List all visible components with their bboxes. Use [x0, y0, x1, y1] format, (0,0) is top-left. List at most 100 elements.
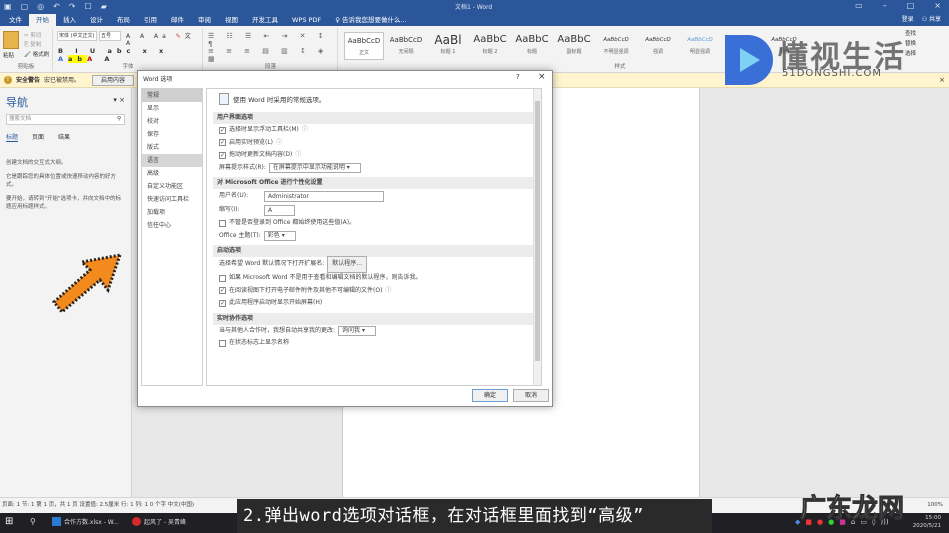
tab-developer[interactable]: 开发工具	[245, 14, 285, 26]
taskbar-app-music[interactable]: 起风了 - 吴青峰	[132, 517, 186, 526]
tab-layout[interactable]: 布局	[110, 14, 137, 26]
sidebar-item-addins[interactable]: 加载项	[142, 206, 202, 219]
info-icon: ⓘ	[301, 126, 308, 133]
tab-references[interactable]: 引用	[137, 14, 164, 26]
nav-close-icon[interactable]: ▾ ×	[113, 96, 125, 104]
nav-tab-pages[interactable]: 页面	[32, 132, 44, 142]
font-size-buttons[interactable]: A A Aa ✎文A	[126, 31, 202, 47]
style-no-spacing[interactable]: AaBbCcD 无间隔	[386, 32, 426, 60]
minimize-icon[interactable]: –	[883, 1, 887, 10]
sidebar-item-save[interactable]: 保存	[142, 128, 202, 141]
sidebar-item-customize-ribbon[interactable]: 自定义功能区	[142, 180, 202, 193]
font-format-buttons[interactable]: B I U abc x x AabA A	[58, 47, 202, 63]
search-icon[interactable]: ⚲	[117, 115, 121, 124]
options-scrollbar[interactable]	[533, 89, 541, 385]
checkbox[interactable]: ✓	[219, 151, 226, 159]
save-icon[interactable]: ▣	[4, 2, 12, 11]
tab-view[interactable]: 视图	[218, 14, 245, 26]
option-start-screen[interactable]: ✓ 此应用程序启动时显示开始屏幕(H)	[219, 297, 541, 310]
tab-insert[interactable]: 插入	[56, 14, 83, 26]
undo-icon[interactable]: ↶	[53, 2, 60, 11]
checkbox[interactable]: ✓	[219, 299, 226, 307]
default-program-button[interactable]: 默认程序...	[327, 256, 367, 273]
new-icon[interactable]: ▢	[21, 2, 29, 11]
paste-button[interactable]: 粘贴	[3, 51, 14, 59]
sidebar-item-trust-center[interactable]: 信任中心	[142, 219, 202, 232]
dialog-close-button[interactable]: ×	[538, 72, 546, 82]
option-tell-default[interactable]: 如果 Microsoft Word 不是用于查看和编辑文档的默认程序，则告诉我。	[219, 272, 541, 285]
sidebar-item-language[interactable]: 语言	[142, 154, 202, 167]
checkbox[interactable]	[219, 274, 226, 282]
format-painter-button[interactable]: 🖌 格式刷	[24, 50, 49, 58]
sidebar-item-typography[interactable]: 版式	[142, 141, 202, 154]
style-heading-1[interactable]: AaBl 标题 1	[428, 32, 468, 60]
tab-design[interactable]: 设计	[83, 14, 110, 26]
nav-search-input[interactable]: 搜索文档 ⚲	[6, 114, 125, 125]
cancel-button[interactable]: 取消	[513, 389, 549, 402]
style-subtitle[interactable]: AaBbC 副标题	[554, 32, 594, 60]
taskbar-app-excel[interactable]: 合作方数.xlsx - W...	[52, 517, 119, 526]
windows-start-icon[interactable]: ⊞	[5, 516, 13, 527]
style-heading-2[interactable]: AaBbC 标题 2	[470, 32, 510, 60]
style-normal[interactable]: AaBbCcD 正文	[344, 32, 384, 60]
option-mini-toolbar[interactable]: ✓ 选择时显示浮动工具栏(M) ⓘ	[219, 124, 541, 137]
search-icon[interactable]: ⚲	[30, 517, 36, 526]
option-live-preview[interactable]: ✓ 启用实时预览(L) ⓘ	[219, 137, 541, 150]
share-button[interactable]: ⚇ 共享	[922, 14, 941, 26]
close-icon[interactable]: ×	[934, 1, 941, 10]
redo-icon[interactable]: ↷	[69, 2, 76, 11]
clock[interactable]: 15:00 2020/5/21	[913, 514, 941, 530]
paste-icon[interactable]	[3, 31, 19, 49]
username-input[interactable]: Administrator	[264, 190, 384, 202]
cut-button[interactable]: ✂ 剪切	[24, 31, 41, 39]
alignment-buttons[interactable]: ≡ ≡ ≡ ▤ ▥ ↕ ◈ ▦	[208, 47, 337, 63]
login-link[interactable]: 登录	[902, 14, 914, 26]
nav-tab-results[interactable]: 结果	[58, 132, 70, 142]
touch-icon[interactable]: ☐	[85, 2, 92, 11]
sidebar-item-display[interactable]: 显示	[142, 102, 202, 115]
tell-me-search[interactable]: ♀ 告诉我您想要做什么...	[328, 14, 414, 26]
style-emphasis[interactable]: AaBbCcD 强调	[638, 32, 678, 60]
sidebar-item-advanced[interactable]: 高级	[142, 167, 202, 180]
option-update-drag[interactable]: ✓ 拖动时更新文档内容(D) ⓘ	[219, 149, 541, 162]
zoom-level[interactable]: 100%	[927, 498, 943, 513]
scrollbar-thumb[interactable]	[535, 101, 540, 361]
sidebar-item-proofing[interactable]: 校对	[142, 115, 202, 128]
style-title[interactable]: AaBbC 标题	[512, 32, 552, 60]
option-show-names[interactable]: 在状态标志上显示名称	[219, 337, 541, 350]
open-icon[interactable]: ▰	[101, 2, 107, 11]
style-subtle-emphasis[interactable]: AaBbCcD 不明显强调	[596, 32, 636, 60]
checkbox[interactable]: ✓	[219, 139, 226, 147]
print-preview-icon[interactable]: ◎	[37, 2, 44, 11]
help-button[interactable]: ?	[516, 73, 520, 81]
tab-file[interactable]: 文件	[2, 14, 29, 26]
nav-help-2: 它是跟踪您的具体位置或快速移动内容的好方式。	[6, 174, 117, 188]
list-buttons[interactable]: ☰ ☷ ☰ ⇤ ⇥ ✕ ↕ ¶	[208, 32, 337, 48]
general-options-icon	[219, 93, 229, 105]
tab-mailings[interactable]: 邮件	[164, 14, 191, 26]
font-size-select[interactable]: 五号	[99, 31, 121, 41]
theme-select[interactable]: 彩色 ▾	[263, 230, 296, 241]
tab-review[interactable]: 审阅	[191, 14, 218, 26]
initials-input[interactable]: A	[264, 204, 295, 216]
share-changes-select[interactable]: 询问我 ▾	[338, 325, 377, 336]
checkbox[interactable]: ✓	[219, 126, 226, 134]
maximize-icon[interactable]: □	[907, 1, 915, 10]
tab-wps-pdf[interactable]: WPS PDF	[285, 14, 328, 26]
checkbox[interactable]	[219, 339, 226, 347]
copy-button[interactable]: ⎘ 复制	[24, 40, 41, 49]
tooltip-style-select[interactable]: 在屏幕提示中显示功能说明 ▾	[268, 162, 361, 173]
enable-content-button[interactable]: 启用内容	[92, 75, 134, 86]
font-name-select[interactable]: 宋体 (中文正文)	[57, 31, 97, 41]
tab-home[interactable]: 开始	[29, 14, 56, 26]
checkbox[interactable]: ✓	[219, 287, 226, 295]
nav-tab-headings[interactable]: 标题	[6, 132, 19, 142]
sidebar-item-general[interactable]: 常规	[142, 89, 202, 102]
style-intense-emphasis[interactable]: AaBbCcD 明显强调	[680, 32, 720, 60]
option-reading-view[interactable]: ✓ 在阅读视图下打开电子邮件附件及其他不可编辑的文件(O) ⓘ	[219, 285, 541, 298]
checkbox[interactable]	[219, 219, 226, 227]
sidebar-item-quick-access[interactable]: 快速访问工具栏	[142, 193, 202, 206]
ribbon-display-icon[interactable]: ▭	[855, 1, 863, 10]
option-always-use[interactable]: 不管是否登录到 Office 都始终使用这些值(A)。	[219, 217, 541, 230]
ok-button[interactable]: 确定	[472, 389, 508, 402]
